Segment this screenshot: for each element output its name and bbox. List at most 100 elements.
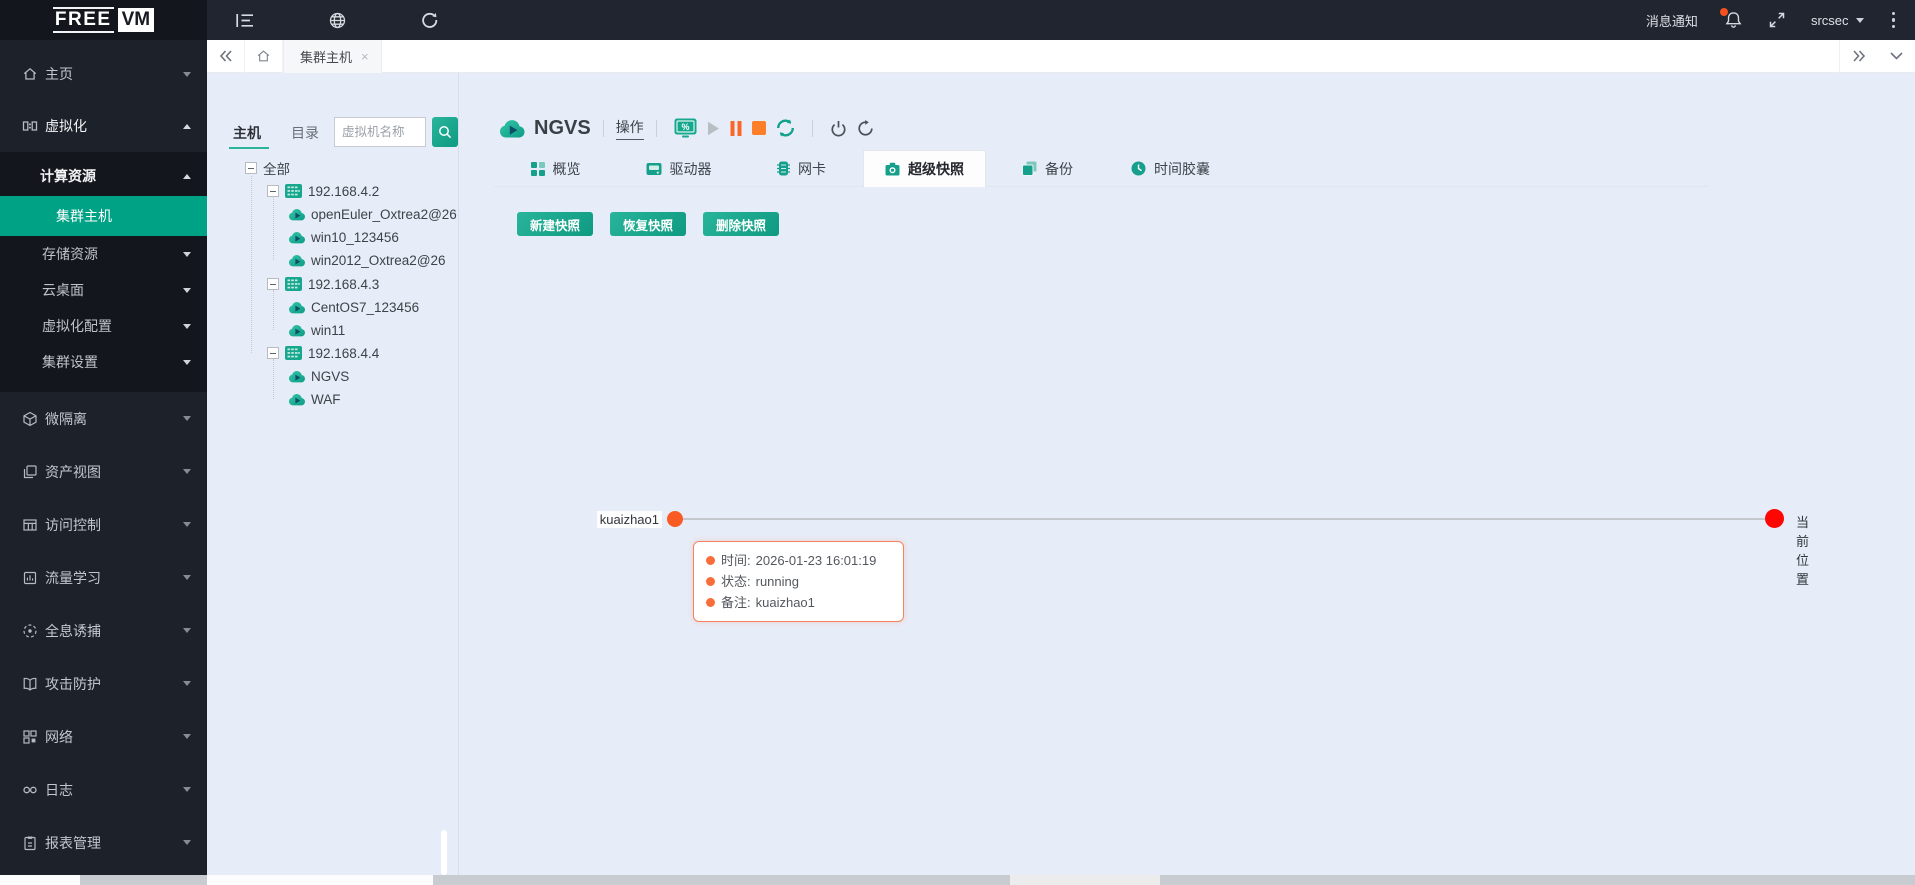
sidebar-item-label: 虚拟化 [45,118,87,134]
tree-node-label: 192.168.4.4 [308,345,380,361]
more-options-icon[interactable] [1890,10,1898,31]
sidebar-item-label: 网络 [45,728,73,745]
tree-node-vm[interactable]: NGVS [288,366,349,386]
power-off-icon[interactable] [830,120,847,137]
tab-backup[interactable]: 备份 [986,150,1109,187]
tree-node-vm[interactable]: CentOS7_123456 [288,297,419,317]
collapse-node-icon[interactable] [245,162,257,174]
collapse-sidebar-icon[interactable] [225,0,265,40]
chart-doc-icon [21,569,38,586]
host-server-icon [285,346,302,360]
notification-bell-icon[interactable] [1719,8,1743,29]
chevron-down-icon [183,628,191,633]
active-tab-underline [229,147,269,149]
sidebar-item-access-control[interactable]: 访问控制 [0,498,207,551]
vm-icon [499,119,525,138]
sidebar-item-storage-resources[interactable]: 存储资源 [0,236,207,272]
stop-vm-icon[interactable] [751,121,766,135]
sidebar-item-network[interactable]: 网络 [0,710,207,763]
reboot-icon[interactable] [857,119,875,137]
tree-tab-host[interactable]: 主机 [233,123,261,143]
collapse-node-icon[interactable] [267,347,279,359]
collapse-node-icon[interactable] [267,185,279,197]
tree-node-vm[interactable]: openEuler_Oxtrea2@26 [288,204,457,224]
console-button[interactable]: % [674,118,697,138]
page-tab-cluster-hosts[interactable]: 集群主机 × [283,39,382,73]
sidebar-item-logs[interactable]: 日志 [0,763,207,816]
tree-node-vm[interactable]: WAF [288,389,341,409]
refresh-icon[interactable] [409,0,449,40]
sidebar-item-label: 集群设置 [42,354,98,370]
scrollbar-thumb[interactable] [207,875,433,885]
tab-nics[interactable]: 网卡 [740,150,863,187]
sidebar-item-attack-protection[interactable]: 攻击防护 [0,657,207,710]
tree-node-host[interactable]: 192.168.4.3 [267,274,379,294]
tree-node-label: 192.168.4.3 [308,276,380,292]
clock-icon [1131,161,1146,176]
tabs-menu-chevron-icon[interactable] [1877,40,1915,73]
sidebar-item-label: 全息诱捕 [45,622,101,639]
sidebar-item-cloud-desktop[interactable]: 云桌面 [0,272,207,308]
chevron-down-icon [183,71,191,77]
tab-label: 驱动器 [669,160,712,177]
language-globe-icon[interactable] [317,0,357,40]
tabs-scroll-right-icon[interactable] [1839,39,1877,73]
tree-scrollbar-thumb[interactable] [441,830,447,875]
sidebar-item-virtualization-config[interactable]: 虚拟化配置 [0,308,207,344]
operation-dropdown[interactable]: 操作 [615,117,644,140]
tree-node-vm[interactable]: win10_123456 [288,227,399,247]
table-grid-icon [21,516,38,533]
topbar-left-icons [225,0,449,40]
sidebar-item-compute-resources[interactable]: 计算资源 [0,156,207,196]
tree-node-label: win10_123456 [311,229,399,245]
scrollbar-thumb[interactable] [0,875,80,885]
bullet-icon [706,577,715,586]
close-tab-icon[interactable]: × [361,49,369,64]
host-server-icon [285,184,302,198]
pause-vm-icon[interactable] [730,120,742,136]
search-button[interactable] [432,117,458,147]
tree-node-vm[interactable]: win11 [288,320,345,340]
tab-time-capsule[interactable]: 时间胶囊 [1109,150,1232,187]
tree-node-vm[interactable]: win2012_Oxtrea2@26 [288,250,446,270]
tab-home-icon[interactable] [245,39,283,73]
sidebar-item-cluster-settings[interactable]: 集群设置 [0,344,207,380]
sidebar-item-asset-view[interactable]: 资产视图 [0,445,207,498]
restore-snapshot-button[interactable]: 恢复快照 [610,212,687,236]
tree-node-root[interactable]: 全部 [245,158,290,178]
tabs-scroll-left-icon[interactable] [207,39,245,73]
sidebar-item-holographic-trap[interactable]: 全息诱捕 [0,604,207,657]
collapse-node-icon[interactable] [267,278,279,290]
sidebar-item-micro-segmentation[interactable]: 微隔离 [0,392,207,445]
tooltip-value: running [755,574,799,589]
tree-node-host[interactable]: 192.168.4.4 [267,343,379,363]
fullscreen-icon[interactable] [1769,12,1785,28]
divider [602,119,604,137]
tree-node-host[interactable]: 192.168.4.2 [267,181,379,201]
refresh-vm-icon[interactable] [776,119,795,137]
tree-tab-directory[interactable]: 目录 [291,123,319,143]
vm-icon [288,324,305,336]
tree-node-label: openEuler_Oxtrea2@26 [311,206,457,222]
delete-snapshot-button[interactable]: 删除快照 [703,212,780,236]
start-vm-icon[interactable] [707,121,720,136]
create-snapshot-button[interactable]: 新建快照 [517,212,594,236]
horizontal-scrollbar[interactable] [0,875,1915,885]
tab-snapshots[interactable]: 超级快照 [863,150,986,187]
sidebar-item-cluster-hosts[interactable]: 集群主机 [0,196,207,236]
tab-drives[interactable]: 驱动器 [617,150,740,187]
sidebar-item-label: 资产视图 [45,463,101,480]
vm-icon [288,231,305,243]
sidebar-item-report-management[interactable]: 报表管理 [0,816,207,869]
notifications-link[interactable]: 消息通知 [1646,11,1698,30]
sidebar-item-home[interactable]: 主页 [0,48,207,100]
snapshot-point[interactable] [667,511,683,527]
tab-overview[interactable]: 概览 [494,150,617,187]
user-menu[interactable]: srcsec [1811,13,1864,28]
sidebar-item-label: 微隔离 [45,410,87,427]
vm-search-input[interactable] [334,117,426,147]
sidebar-item-virtualization[interactable]: 虚拟化 [0,100,207,152]
current-position-point[interactable] [1765,509,1784,528]
sidebar-item-traffic-learning[interactable]: 流量学习 [0,551,207,604]
scrollbar-thumb[interactable] [1010,875,1160,885]
